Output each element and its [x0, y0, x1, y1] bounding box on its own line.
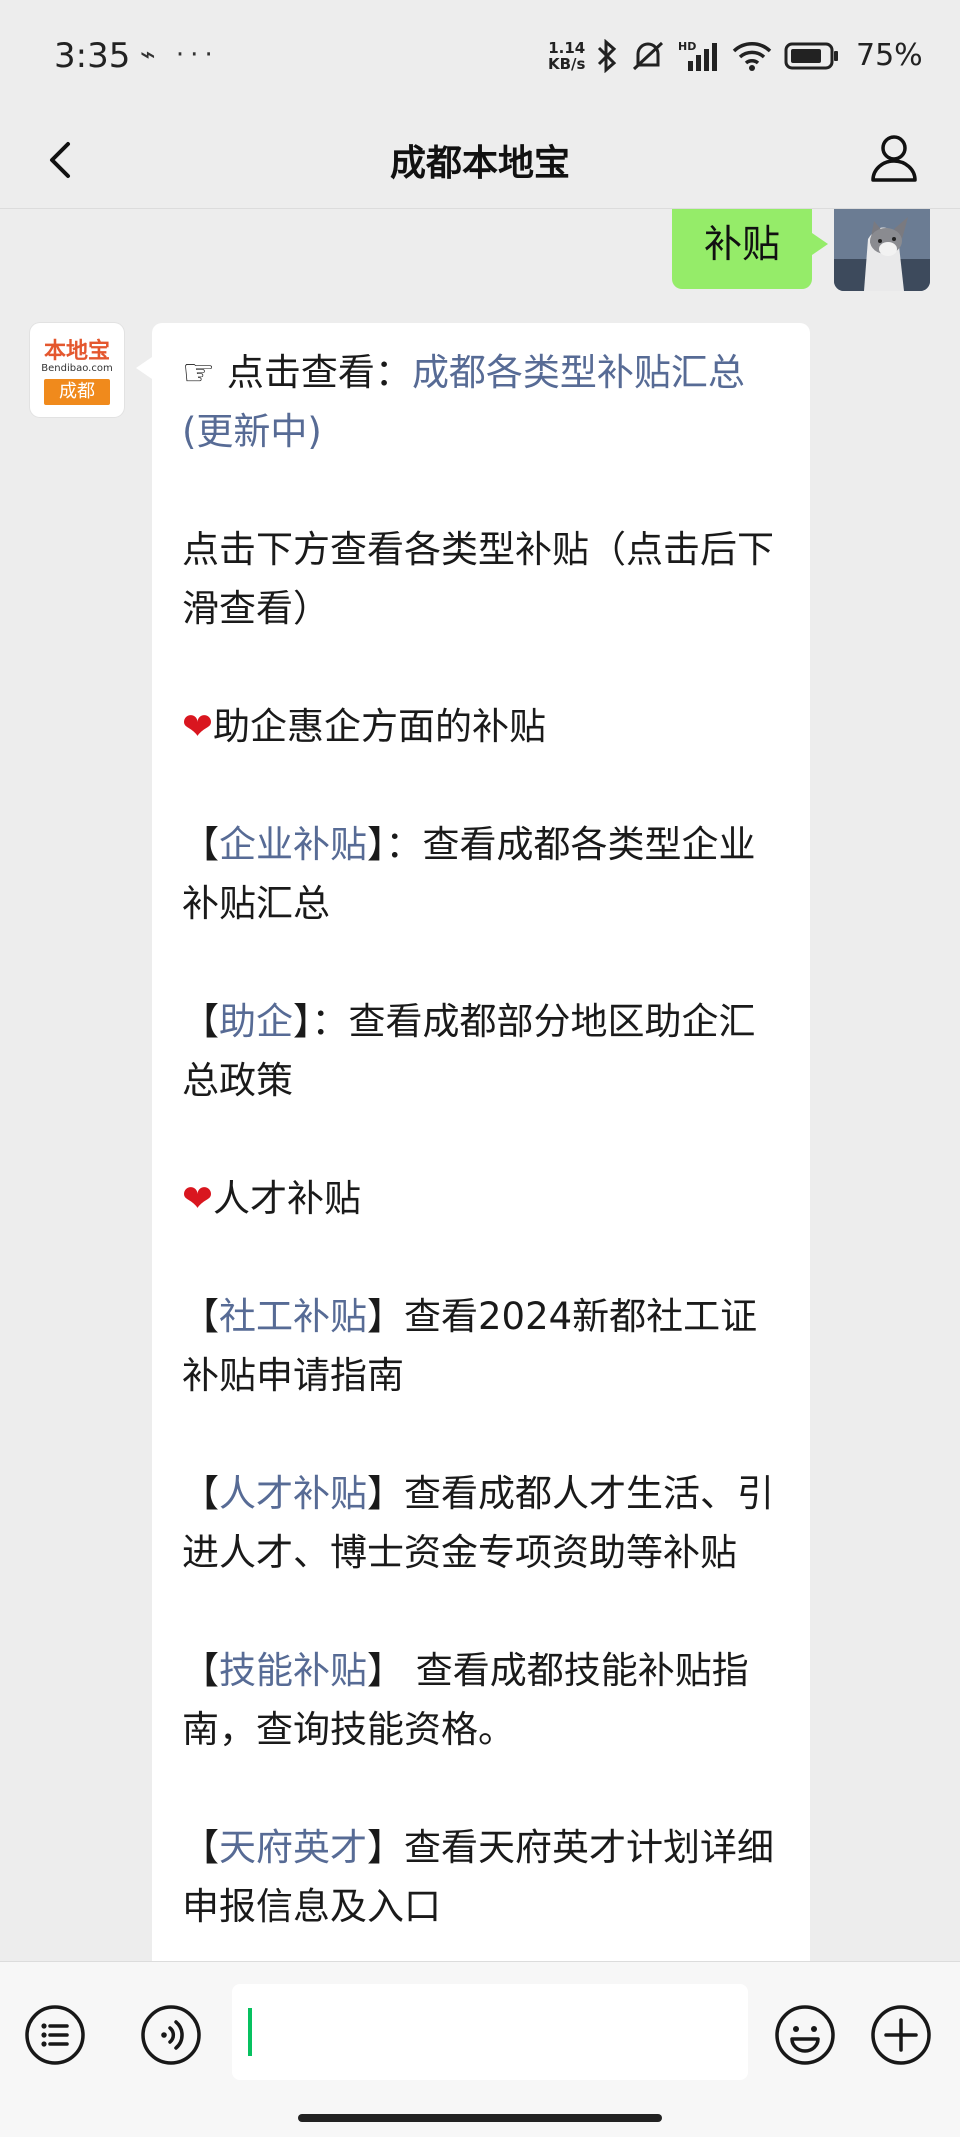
- outgoing-message[interactable]: 补贴: [672, 209, 828, 289]
- msg-line-summary: ☞ 点击查看：成都各类型补贴汇总(更新中): [182, 343, 782, 461]
- bot-logo-city: 成都: [44, 379, 110, 405]
- enterprise-header-text: 助企惠企方面的补贴: [213, 705, 547, 748]
- incoming-message[interactable]: ☞ 点击查看：成都各类型补贴汇总(更新中) 点击下方查看各类型补贴（点击后下滑查…: [136, 323, 810, 1961]
- message-text: ☞ 点击查看：成都各类型补贴汇总(更新中) 点击下方查看各类型补贴（点击后下滑查…: [182, 343, 782, 1936]
- chat-area[interactable]: 补贴 本地宝 Bendibao.com 成都 ☞ 点击查看：成都各类型补贴汇总(…: [0, 209, 960, 1961]
- talent-subsidy-link[interactable]: 人才补贴: [219, 1472, 367, 1515]
- network-speed-value: 1.14: [548, 39, 586, 57]
- battery-icon: [784, 42, 838, 70]
- voice-icon[interactable]: [140, 2004, 202, 2066]
- msg-line-talent-subsidy: 【人才补贴】查看成都人才生活、引进人才、博士资金专项资助等补贴: [182, 1464, 782, 1582]
- svg-text:HD: HD: [678, 40, 696, 53]
- msg-line-talent-header: ❤人才补贴: [182, 1169, 782, 1228]
- menu-list-icon[interactable]: [24, 2004, 86, 2066]
- msg-line-social-work: 【社工补贴】查看2024新都社工证补贴申请指南: [182, 1287, 782, 1405]
- help-enterprise-link[interactable]: 助企: [219, 1000, 293, 1043]
- bot-logo-sub: Bendibao.com: [41, 363, 113, 374]
- mute-icon: [632, 41, 664, 71]
- bracket: 【: [182, 1649, 219, 1692]
- chat-title: 成都本地宝: [389, 143, 570, 184]
- bluetooth-icon: [597, 39, 617, 73]
- battery-percent: 75%: [856, 38, 923, 73]
- social-work-link[interactable]: 社工补贴: [219, 1295, 367, 1338]
- enterprise-subsidy-link[interactable]: 企业补贴: [219, 823, 367, 866]
- msg-line-enterprise-header: ❤助企惠企方面的补贴: [182, 697, 782, 756]
- status-bar: 3:35 ⌁ ··· 1.14 KB/s HD 75%: [0, 0, 960, 112]
- msg-line-help-enterprise: 【助企】：查看成都部分地区助企汇总政策: [182, 992, 782, 1110]
- bracket: 【: [182, 1472, 219, 1515]
- msg-line-tianfu: 【天府英才】查看天府英才计划详细申报信息及入口: [182, 1818, 782, 1936]
- status-left-icons: ⌁ ···: [140, 40, 219, 70]
- nav-bar: 成都本地宝: [0, 112, 960, 209]
- cat-avatar-image: [834, 209, 930, 291]
- network-speed: 1.14 KB/s: [548, 40, 585, 72]
- wifi-icon: [732, 42, 772, 71]
- plus-icon[interactable]: [870, 2004, 932, 2066]
- talent-header-text: 人才补贴: [213, 1177, 362, 1220]
- summary-prefix: ☞ 点击查看：: [182, 351, 412, 394]
- tianfu-talent-link[interactable]: 天府英才: [219, 1826, 367, 1869]
- heart-icon: ❤: [182, 1177, 214, 1220]
- msg-line-enterprise-subsidy: 【企业补贴】：查看成都各类型企业补贴汇总: [182, 815, 782, 933]
- input-bar: [0, 1961, 960, 2137]
- home-indicator[interactable]: [298, 2114, 662, 2122]
- bracket: 【: [182, 1295, 219, 1338]
- bracket: 【: [182, 1000, 219, 1043]
- bracket: 【: [182, 823, 219, 866]
- msg-line-skill-subsidy: 【技能补贴】 查看成都技能补贴指南，查询技能资格。: [182, 1641, 782, 1759]
- emoji-icon[interactable]: [774, 2004, 836, 2066]
- signal-icon: HD: [678, 40, 717, 71]
- bot-avatar[interactable]: 本地宝 Bendibao.com 成都: [30, 323, 124, 417]
- status-icons: HD: [596, 36, 840, 76]
- profile-icon[interactable]: [864, 128, 924, 188]
- status-time: 3:35: [54, 36, 131, 76]
- heart-icon: ❤: [182, 705, 214, 748]
- bot-logo-text: 本地宝: [43, 339, 110, 364]
- bracket: 【: [182, 1826, 219, 1869]
- my-avatar[interactable]: [834, 209, 930, 291]
- network-speed-unit: KB/s: [548, 55, 586, 73]
- skill-subsidy-link[interactable]: 技能补贴: [219, 1649, 367, 1692]
- text-caret: [248, 2008, 252, 2056]
- message-input[interactable]: [232, 1984, 748, 2080]
- msg-line-instructions: 点击下方查看各类型补贴（点击后下滑查看）: [182, 528, 774, 630]
